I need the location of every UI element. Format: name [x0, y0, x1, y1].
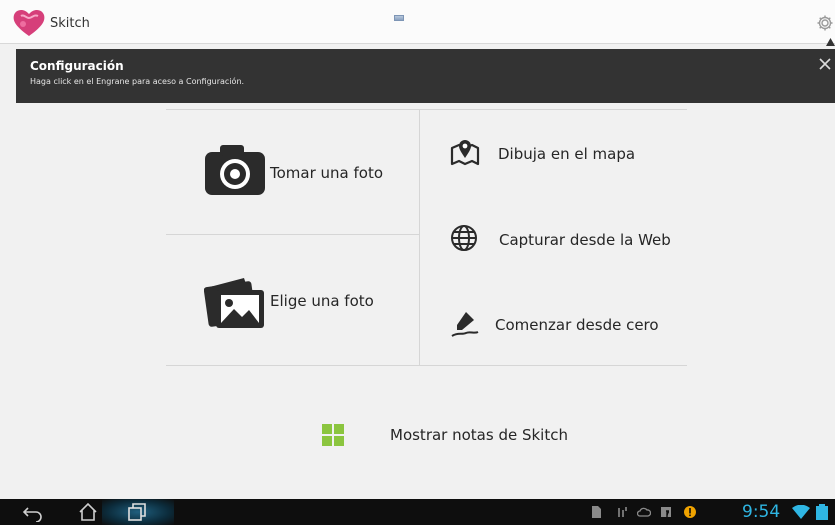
take-photo-button[interactable]: Tomar una foto [200, 140, 410, 202]
gear-icon[interactable] [816, 14, 834, 32]
facebook-icon [661, 507, 671, 517]
pointer-arrow-icon [826, 38, 835, 46]
choose-photo-button[interactable]: Elige una foto [200, 270, 410, 332]
cloud-icon [637, 507, 651, 517]
photos-icon [204, 278, 264, 328]
app-title: Skitch [50, 16, 90, 31]
sd-card-icon [592, 506, 601, 518]
choose-photo-label: Elige una foto [270, 292, 374, 310]
globe-icon [451, 225, 477, 251]
usb-icon [618, 507, 627, 517]
banner-title: Configuración [30, 59, 124, 73]
start-from-scratch-label: Comenzar desde cero [495, 316, 659, 334]
pen-icon [451, 312, 479, 337]
show-notes-label: Mostrar notas de Skitch [390, 426, 568, 444]
settings-tip-banner: Configuración Haga click en el Engrane p… [16, 49, 835, 103]
notification-thumbnail [394, 15, 404, 21]
draw-on-map-button[interactable]: Dibuja en el mapa [446, 136, 676, 172]
back-icon[interactable] [22, 502, 44, 522]
draw-on-map-label: Dibuja en el mapa [498, 145, 636, 163]
capture-web-button[interactable]: Capturar desde la Web [446, 222, 676, 256]
show-notes-button[interactable]: Mostrar notas de Skitch [318, 420, 578, 450]
take-photo-label: Tomar una foto [270, 164, 384, 182]
map-pin-icon [450, 140, 480, 166]
grid-divider-vertical [419, 109, 420, 365]
camera-icon [205, 145, 265, 195]
wifi-icon [792, 505, 810, 519]
action-bar: Skitch [0, 0, 835, 46]
system-nav-bar: 9:54 [0, 499, 835, 525]
start-from-scratch-button[interactable]: Comenzar desde cero [446, 306, 686, 342]
grid-divider-middle-left [166, 234, 419, 235]
banner-text: Haga click en el Engrane para aceso a Co… [30, 77, 245, 86]
close-icon[interactable] [818, 57, 832, 71]
grid-icon [322, 424, 344, 446]
recent-apps-icon[interactable] [126, 502, 148, 522]
grid-divider-bottom [166, 365, 687, 366]
capture-web-label: Capturar desde la Web [499, 231, 671, 249]
warning-icon [684, 506, 696, 518]
grid-divider-top [166, 109, 687, 110]
skitch-logo-icon[interactable] [12, 6, 46, 38]
battery-icon [816, 504, 828, 520]
clock: 9:54 [742, 502, 781, 522]
home-icon[interactable] [77, 502, 99, 522]
